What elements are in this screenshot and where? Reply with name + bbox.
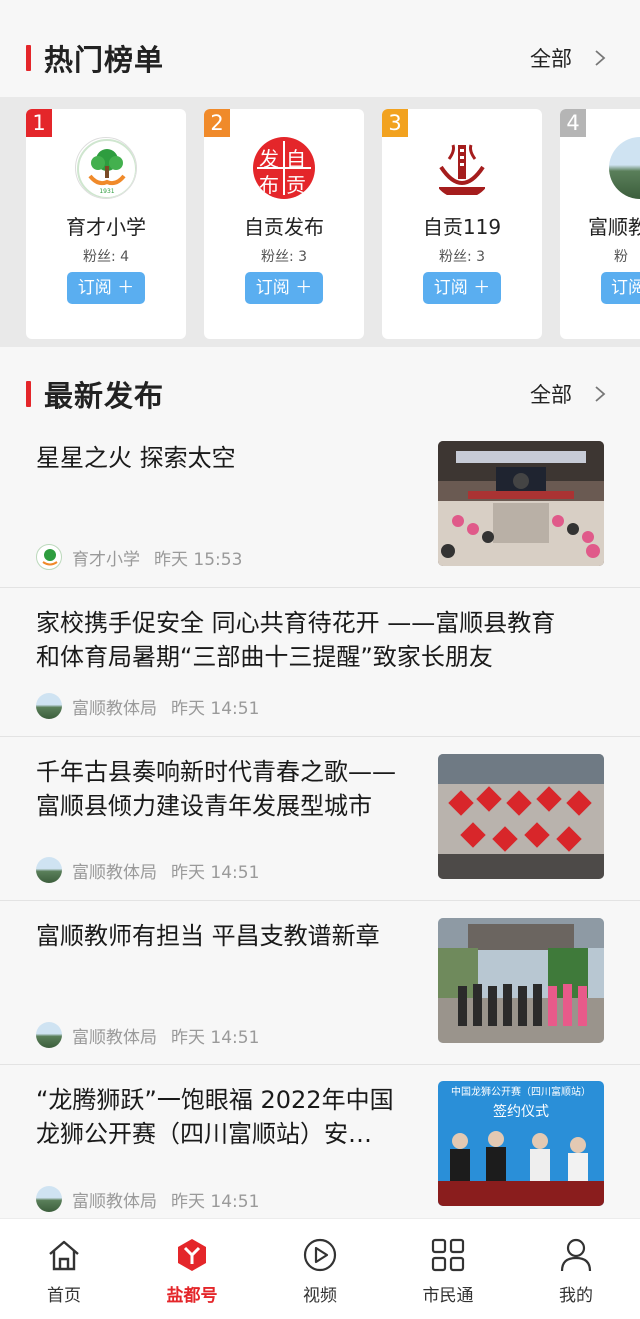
card-fans: 粉 [614, 249, 628, 265]
news-item[interactable]: “龙腾狮跃”一饱眼福 2022年中国 龙狮公开赛（四川富顺站）安… 富顺教体局 … [0, 1065, 640, 1218]
news-thumbnail [438, 918, 604, 1043]
card-fans: 粉丝: 3 [260, 249, 308, 265]
card-name: 育才小学 [66, 215, 146, 239]
news-title: 千年古县奏响新时代青春之歌—— 富顺县倾力建设青年发展型城市 [36, 758, 396, 820]
subscribe-button[interactable]: 订阅 ＋ [67, 272, 145, 304]
tab-mine[interactable]: 我的 [512, 1219, 640, 1319]
news-meta: 育才小学 昨天 15:53 [36, 543, 242, 571]
news-meta: 富顺教体局 昨天 14:51 [36, 1185, 259, 1213]
news-source: 育才小学 [72, 549, 140, 570]
section-accent-bar [26, 45, 31, 71]
subscribe-button[interactable]: 订阅 [601, 272, 640, 304]
play-icon [303, 1238, 337, 1272]
news-source: 富顺教体局 [72, 1191, 157, 1212]
news-time: 昨天 14:51 [171, 698, 260, 719]
tab-video[interactable]: 视频 [256, 1219, 384, 1319]
tab-label: 市民通 [422, 1286, 474, 1306]
source-avatar [36, 1186, 62, 1212]
tab-label: 我的 [559, 1286, 593, 1306]
home-icon [49, 1240, 79, 1271]
news-thumbnail: 中国龙狮公开赛（四川富顺站） 签约仪式 [438, 1081, 604, 1206]
user-icon [560, 1238, 592, 1272]
news-title: 家校携手促安全 同心共育待花开 ——富顺县教育 和体育局暑期“三部曲十三提醒”致… [36, 609, 556, 671]
hot-section-title: 热门榜单 [44, 43, 165, 77]
subscribe-button[interactable]: 订阅 ＋ [245, 272, 323, 304]
logo-text: 贡 [286, 173, 306, 197]
source-avatar [36, 1022, 62, 1048]
news-source: 富顺教体局 [72, 862, 157, 883]
news-title: 富顺教师有担当 平昌支教谱新章 [36, 922, 380, 950]
landscape-logo [609, 137, 640, 199]
source-avatar [36, 857, 62, 883]
card-name: 自贡发布 [244, 215, 324, 239]
grid-icon [431, 1238, 465, 1272]
news-time: 昨天 14:51 [171, 1027, 260, 1048]
hot-card[interactable]: 4 富顺教 粉 订阅 [560, 109, 640, 339]
svg-text:1931: 1931 [99, 188, 114, 195]
news-time: 昨天 15:53 [154, 549, 243, 570]
news-source: 富顺教体局 [72, 1027, 157, 1048]
tab-home[interactable]: 首页 [0, 1219, 128, 1319]
news-thumbnail [438, 441, 604, 566]
fire-119-logo [431, 137, 493, 199]
rank-badge: 4 [560, 109, 586, 137]
card-fans: 粉丝: 4 [82, 249, 130, 265]
tree-hands-logo: 1931 [75, 137, 137, 199]
news-item[interactable]: 千年古县奏响新时代青春之歌—— 富顺县倾力建设青年发展型城市 富顺教体局 昨天 … [0, 737, 640, 901]
news-title: “龙腾狮跃”一饱眼福 2022年中国 龙狮公开赛（四川富顺站）安… [36, 1086, 394, 1148]
tab-label: 首页 [47, 1286, 81, 1306]
logo-text: 布 [259, 173, 279, 197]
hot-section-header: 热门榜单 全部 [0, 28, 640, 88]
card-name: 富顺教 [588, 215, 640, 239]
hot-card[interactable]: 1931 1 育才小学 粉丝: 4 订阅 ＋ [26, 109, 186, 339]
hot-cards-strip[interactable]: 1931 1 育才小学 粉丝: 4 订阅 ＋ 发 自 布 贡 2 自贡发布 粉丝… [0, 97, 640, 347]
news-title: 星星之火 探索太空 [36, 444, 236, 472]
news-item[interactable]: 富顺教师有担当 平昌支教谱新章 富顺教体局 昨天 14:51 [0, 901, 640, 1065]
hot-card[interactable]: 3 自贡119 粉丝: 3 订阅 ＋ [382, 109, 542, 339]
rank-badge: 3 [382, 109, 408, 137]
rank-badge: 2 [204, 109, 230, 137]
news-meta: 富顺教体局 昨天 14:51 [36, 856, 259, 884]
tab-label: 盐都号 [166, 1286, 218, 1306]
tab-citizen[interactable]: 市民通 [384, 1219, 512, 1319]
subscribe-button[interactable]: 订阅 ＋ [423, 272, 501, 304]
source-avatar [36, 693, 62, 719]
card-name: 自贡119 [422, 215, 502, 239]
latest-section-title: 最新发布 [44, 379, 165, 413]
hot-card[interactable]: 发 自 布 贡 2 自贡发布 粉丝: 3 订阅 ＋ [204, 109, 364, 339]
yandu-hao-icon [178, 1239, 206, 1271]
news-thumbnail [438, 754, 604, 879]
news-item[interactable]: 家校携手促安全 同心共育待花开 ——富顺县教育 和体育局暑期“三部曲十三提醒”致… [0, 588, 640, 737]
news-meta: 富顺教体局 昨天 14:51 [36, 692, 259, 720]
news-source: 富顺教体局 [72, 698, 157, 719]
latest-all-link[interactable]: 全部 [530, 379, 572, 409]
section-accent-bar [26, 381, 31, 407]
card-fans: 粉丝: 3 [438, 249, 486, 265]
rank-badge: 1 [26, 109, 52, 137]
hot-all-link[interactable]: 全部 [530, 43, 572, 73]
news-item[interactable]: 星星之火 探索太空 育才小学 昨天 15:53 [0, 425, 640, 588]
source-avatar [36, 544, 62, 570]
news-time: 昨天 14:51 [171, 862, 260, 883]
chevron-right-icon[interactable] [592, 386, 608, 402]
chevron-right-icon[interactable] [592, 50, 608, 66]
tab-label: 视频 [303, 1286, 337, 1306]
latest-section-header: 最新发布 全部 [0, 364, 640, 424]
news-time: 昨天 14:51 [171, 1191, 260, 1212]
bottom-tab-bar: 首页 盐都号 视频 市民通 我的 [0, 1218, 640, 1319]
tab-yandu-hao[interactable]: 盐都号 [128, 1219, 256, 1319]
zigong-fabu-logo: 发 自 布 贡 [253, 137, 315, 199]
news-meta: 富顺教体局 昨天 14:51 [36, 1021, 259, 1049]
